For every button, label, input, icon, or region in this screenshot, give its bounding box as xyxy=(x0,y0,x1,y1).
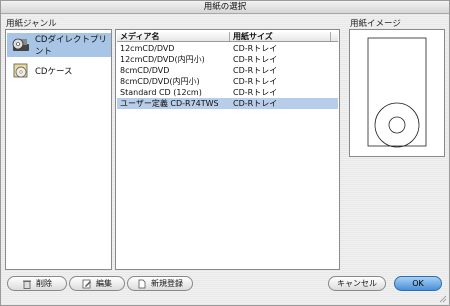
edit-button[interactable]: 編集 xyxy=(69,276,125,291)
paper-size-cell: CD-Rトレイ xyxy=(233,88,278,97)
paper-size-cell: CD-Rトレイ xyxy=(233,44,278,53)
genre-item-cd-direct-print[interactable]: CDダイレクトプリント xyxy=(7,33,111,57)
media-name-cell: 8cmCD/DVD xyxy=(120,66,170,75)
new-register-button[interactable]: 新規登録 xyxy=(127,276,193,291)
resize-grip-icon[interactable] xyxy=(439,295,447,303)
paper-size-cell: CD-Rトレイ xyxy=(233,77,278,86)
paper-size-cell: CD-Rトレイ xyxy=(233,99,278,108)
media-name-cell: ユーザー定義 CD-R74TWS xyxy=(120,99,219,108)
genre-list[interactable]: CDダイレクトプリント CDケース xyxy=(5,29,112,270)
edit-icon xyxy=(82,279,91,288)
delete-button-label: 削除 xyxy=(36,279,52,288)
media-name-cell: 12cmCD/DVD xyxy=(120,44,175,53)
genre-item-label: CDケース xyxy=(35,67,73,77)
paper-size-cell: CD-Rトレイ xyxy=(233,55,278,64)
cd-case-icon xyxy=(13,63,28,78)
table-row[interactable]: Standard CD (12cm) CD-Rトレイ xyxy=(117,87,338,98)
edit-button-label: 編集 xyxy=(96,279,112,288)
media-name-cell: 8cmCD/DVD(内円小) xyxy=(120,77,200,86)
table-row[interactable]: 8cmCD/DVD(内円小) CD-Rトレイ xyxy=(117,76,338,87)
table-row-selected[interactable]: ユーザー定義 CD-R74TWS CD-Rトレイ xyxy=(117,98,338,109)
new-document-icon xyxy=(138,279,146,288)
genre-label: 用紙ジャンル xyxy=(6,19,57,29)
cancel-button-label: キャンセル xyxy=(337,279,377,288)
new-register-button-label: 新規登録 xyxy=(151,279,183,288)
column-header-media-name[interactable]: メディア名 xyxy=(120,31,159,42)
column-divider xyxy=(330,32,331,41)
cancel-button[interactable]: キャンセル xyxy=(328,276,386,291)
media-name-cell: Standard CD (12cm) xyxy=(120,88,202,97)
table-row[interactable]: 12cmCD/DVD(内円小) CD-Rトレイ xyxy=(117,54,338,65)
cd-direct-print-icon xyxy=(12,38,29,51)
column-divider xyxy=(229,32,230,41)
media-name-cell: 12cmCD/DVD(内円小) xyxy=(120,55,205,64)
trash-icon xyxy=(23,280,31,289)
media-table[interactable]: メディア名 用紙サイズ 12cmCD/DVD CD-Rトレイ 12cmCD/DV… xyxy=(115,29,340,270)
genre-item-cd-case[interactable]: CDケース xyxy=(7,59,111,83)
paper-preview xyxy=(349,29,445,157)
preview-label: 用紙イメージ xyxy=(350,19,401,29)
window-title: 用紙の選択 xyxy=(1,1,449,14)
ok-button-label: OK xyxy=(412,279,424,288)
column-header-paper-size[interactable]: 用紙サイズ xyxy=(233,31,273,42)
table-row[interactable]: 8cmCD/DVD CD-Rトレイ xyxy=(117,65,338,76)
delete-button[interactable]: 削除 xyxy=(7,276,67,291)
genre-item-label: CDダイレクトプリント xyxy=(35,35,107,57)
ok-button[interactable]: OK xyxy=(394,276,442,291)
media-table-header: メディア名 用紙サイズ xyxy=(117,31,338,42)
paper-size-cell: CD-Rトレイ xyxy=(233,66,278,75)
paper-selection-dialog: 用紙の選択 用紙ジャンル CDダイレクトプリント CDケース メディア名 用紙サ… xyxy=(0,0,450,306)
paper-preview-image xyxy=(367,37,427,148)
table-row[interactable]: 12cmCD/DVD CD-Rトレイ xyxy=(117,43,338,54)
